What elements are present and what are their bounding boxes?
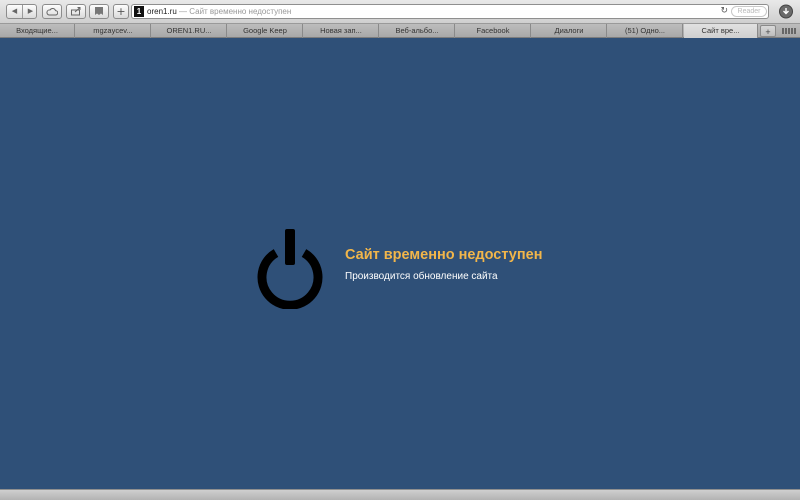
tab-bar: Входящие... mgzaycev... OREN1.RU... Goog… bbox=[0, 24, 800, 38]
page-title: Сайт временно недоступен bbox=[345, 247, 543, 263]
address-text: oren1.ru — Сайт временно недоступен bbox=[147, 6, 291, 17]
tab-new-note[interactable]: Новая зап... bbox=[304, 24, 379, 38]
forward-arrow-icon[interactable]: ▶ bbox=[23, 5, 36, 18]
page-subtitle: Производится обновление сайта bbox=[345, 271, 498, 282]
icloud-button[interactable] bbox=[42, 4, 62, 19]
power-icon bbox=[257, 229, 323, 309]
reload-icon[interactable]: ↻ bbox=[720, 5, 728, 18]
tab-facebook[interactable]: Facebook bbox=[456, 24, 531, 38]
browser-toolbar: ◀ ▶ + 1 oren1.ru — Сайт временно недосту… bbox=[0, 0, 800, 24]
cloud-icon bbox=[46, 7, 59, 16]
tab-dialogs[interactable]: Диалоги bbox=[532, 24, 607, 38]
share-icon bbox=[71, 7, 81, 16]
tab-overflow-icon[interactable] bbox=[782, 28, 796, 34]
bookmarks-button[interactable] bbox=[89, 4, 109, 19]
tab-active-site[interactable]: Сайт вре... bbox=[684, 24, 758, 38]
back-arrow-icon[interactable]: ◀ bbox=[7, 5, 22, 18]
address-page-title: Сайт временно недоступен bbox=[189, 7, 292, 16]
reader-button[interactable]: Reader bbox=[731, 6, 767, 17]
tab-google-keep[interactable]: Google Keep bbox=[228, 24, 303, 38]
new-tab-button[interactable]: + bbox=[760, 25, 776, 37]
back-forward-buttons: ◀ ▶ bbox=[6, 4, 37, 19]
bookmarks-icon bbox=[95, 7, 103, 15]
tab-mgzaycev[interactable]: mgzaycev... bbox=[76, 24, 151, 38]
address-domain: oren1.ru bbox=[147, 7, 177, 16]
tab-odnoklassniki[interactable]: (51) Одно... bbox=[608, 24, 683, 38]
address-separator: — bbox=[176, 7, 190, 16]
status-bar bbox=[0, 489, 800, 500]
address-bar[interactable]: 1 oren1.ru — Сайт временно недоступен ↻ … bbox=[131, 4, 769, 19]
site-favicon: 1 bbox=[134, 6, 144, 17]
tab-web-albums[interactable]: Веб-альбо... bbox=[380, 24, 455, 38]
page-content: Сайт временно недоступен Производится об… bbox=[0, 38, 800, 489]
downloads-icon[interactable] bbox=[778, 4, 794, 19]
add-bookmark-button[interactable]: + bbox=[113, 4, 129, 19]
tab-inbox[interactable]: Входящие... bbox=[0, 24, 75, 38]
tab-oren1[interactable]: OREN1.RU... bbox=[152, 24, 227, 38]
share-button[interactable] bbox=[66, 4, 86, 19]
